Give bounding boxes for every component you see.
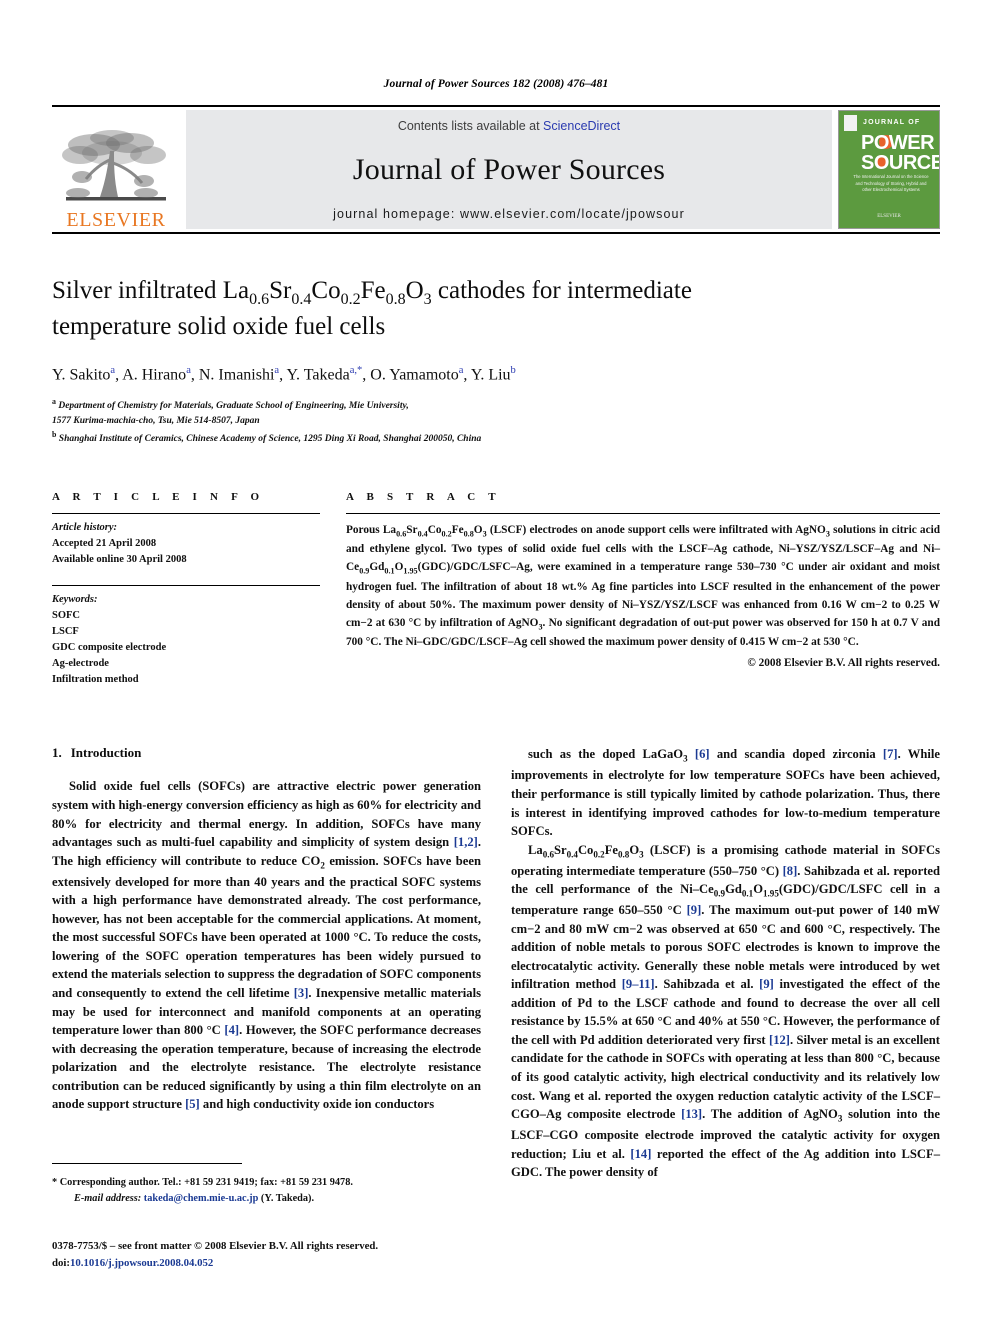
elsevier-wordmark: ELSEVIER [66, 209, 166, 231]
keyword-item: GDC composite electrode [52, 641, 167, 653]
keywords-label: Keywords: [52, 593, 98, 605]
cover-sources-label: SOURCES [861, 152, 939, 174]
journal-banner: Contents lists available at ScienceDirec… [186, 110, 832, 229]
article-history-item: Available online 30 April 2008 [52, 553, 187, 565]
footnote-rule [52, 1163, 242, 1164]
email-label: E-mail address: [74, 1192, 142, 1204]
abstract-text: Porous La0.6Sr0.4Co0.2Fe0.8O3 (LSCF) ele… [346, 523, 941, 648]
keyword-item: SOFC [52, 609, 81, 621]
section-number: 1. [52, 745, 62, 761]
body-columns: 1. Introduction Solid oxide fuel cells (S… [52, 745, 940, 1181]
paragraph-intro-1: Solid oxide fuel cells (SOFCs) are attra… [52, 779, 481, 1112]
cover-bottom-mark: ELSEVIER [877, 213, 901, 219]
affil-marker-a1: a [110, 365, 116, 377]
keyword-item: LSCF [52, 625, 79, 637]
doi-label: doi: [52, 1256, 70, 1269]
email-line: E-mail address: takeda@chem.mie-u.ac.jp … [52, 1191, 492, 1207]
title-part-5: O [405, 277, 424, 304]
affiliations: a Department of Chemistry for Materials,… [52, 396, 940, 446]
doi-line: doi:10.1016/j.jpowsour.2008.04.052 [52, 1255, 612, 1272]
issn-copyright-line: 0378-7753/$ – see front matter © 2008 El… [52, 1240, 379, 1252]
cover-blurb: The International Journal on the Science… [853, 174, 929, 192]
page-title: Silver infiltrated La0.6Sr0.4Co0.2Fe0.8O… [52, 274, 812, 343]
journal-title: Journal of Power Sources [352, 153, 666, 186]
article-history: Article history: Accepted 21 April 2008 … [52, 520, 320, 568]
running-head: Journal of Power Sources 182 (2008) 476–… [383, 78, 609, 90]
keywords-rule [52, 584, 320, 586]
paragraph-intro-2: such as the doped LaGaO3 [6] and scandia… [511, 747, 940, 839]
title-part-3: Co [311, 277, 341, 304]
cover-journal-of-label: JOURNAL OF [863, 119, 921, 126]
affil-marker-a5: a [458, 365, 464, 377]
keywords-block: Keywords: SOFC LSCF GDC composite electr… [52, 592, 320, 688]
contents-available-line: Contents lists available at ScienceDirec… [398, 119, 620, 133]
abstract-column: A B S T R A C T Porous La0.6Sr0.4Co0.2Fe… [346, 491, 940, 688]
title-part-2: Sr [269, 277, 292, 304]
cover-elsevier-mark-icon [844, 115, 857, 131]
body-column-right: such as the doped LaGaO3 [6] and scandia… [511, 745, 940, 1181]
article-info-heading: A R T I C L E I N F O [52, 490, 265, 503]
article-info-rule-top [52, 512, 320, 514]
sciencedirect-link[interactable]: ScienceDirect [543, 119, 620, 133]
copyright-line: © 2008 Elsevier B.V. All rights reserved… [747, 656, 940, 669]
title-sub-3: 0.2 [340, 291, 361, 308]
contents-prefix: Contents lists available at [397, 119, 544, 133]
journal-homepage-line[interactable]: journal homepage: www.elsevier.com/locat… [333, 207, 685, 221]
elsevier-tree-icon [62, 130, 166, 201]
body-column-left: 1. Introduction Solid oxide fuel cells (S… [52, 745, 481, 1181]
paragraph-intro-3: La0.6Sr0.4Co0.2Fe0.8O3 (LSCF) is a promi… [511, 842, 941, 1180]
affil-marker-a3: a [274, 365, 280, 377]
email-suffix: (Y. Takeda). [260, 1192, 315, 1204]
affiliation-a-line2: 1577 Kurima-machia-cho, Tsu, Mie 514-850… [52, 416, 260, 427]
article-info-column: A R T I C L E I N F O Article history: A… [52, 491, 320, 688]
article-history-item: Accepted 21 April 2008 [52, 537, 157, 549]
doi-link[interactable]: 10.1016/j.jpowsour.2008.04.052 [70, 1257, 213, 1269]
page-footer: 0378-7753/$ – see front matter © 2008 El… [52, 1238, 612, 1271]
keyword-item: Ag-electrode [52, 657, 109, 669]
abstract-rule-top [346, 512, 940, 514]
author-list: Y. Sakitoa, A. Hiranoa, N. Imanishia, Y.… [52, 365, 516, 384]
journal-cover-thumbnail: JOURNAL OF POWER SOURCES The Internation… [838, 110, 940, 229]
journal-article-page: Journal of Power Sources 182 (2008) 476–… [0, 0, 992, 1323]
elsevier-logo: ELSEVIER [52, 107, 180, 232]
corresponding-author-line: * Corresponding author. Tel.: +81 59 231… [52, 1177, 353, 1188]
section-heading-introduction: 1. Introduction [52, 745, 481, 761]
title-part-1: Silver infiltrated La [52, 277, 250, 304]
title-sub-5: 3 [423, 291, 432, 308]
info-abstract-row: A R T I C L E I N F O Article history: A… [52, 491, 940, 688]
title-part-4: Fe [360, 277, 386, 304]
email-link[interactable]: takeda@chem.mie-u.ac.jp [144, 1193, 259, 1204]
affil-marker-b1: b [510, 365, 516, 377]
journal-masthead: ELSEVIER Contents lists available at Sci… [52, 105, 940, 234]
section-title: Introduction [70, 745, 142, 761]
affiliation-b: b Shanghai Institute of Ceramics, Chines… [52, 430, 482, 445]
title-sub-1: 0.6 [249, 291, 270, 308]
title-sub-4: 0.8 [385, 291, 406, 308]
keyword-item: Infiltration method [52, 673, 139, 685]
corresponding-author-footnote: * Corresponding author. Tel.: +81 59 231… [52, 1175, 492, 1206]
article-history-label: Article history: [52, 521, 118, 533]
affil-marker-a2: a [186, 365, 191, 377]
abstract-heading: A B S T R A C T [346, 490, 501, 503]
affil-marker-a4: a,* [349, 365, 363, 377]
affiliation-a-line1: a Department of Chemistry for Materials,… [52, 397, 409, 412]
cover-power-label: POWER [861, 132, 935, 154]
title-sub-2: 0.4 [291, 291, 312, 308]
